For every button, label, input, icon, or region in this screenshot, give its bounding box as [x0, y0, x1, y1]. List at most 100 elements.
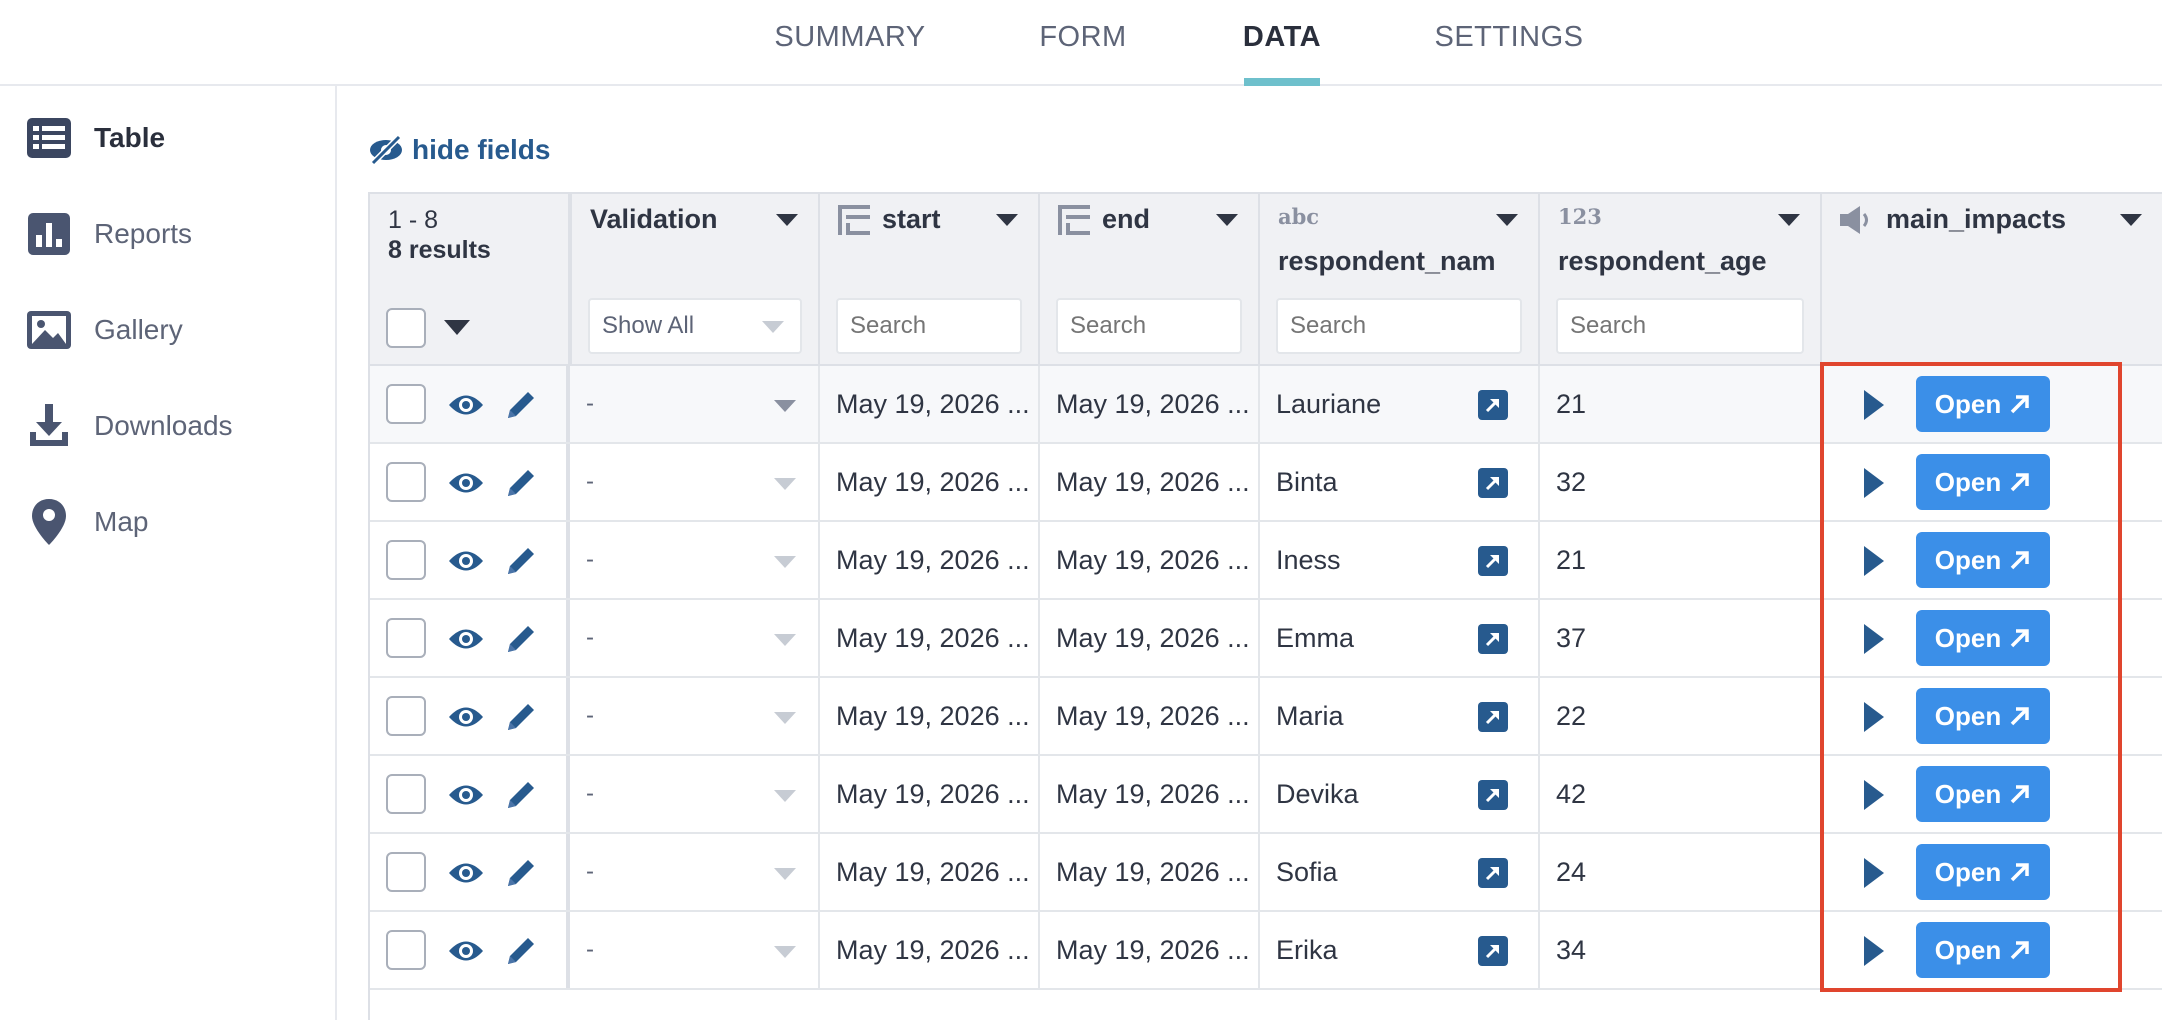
- open-button[interactable]: Open: [1916, 532, 2050, 588]
- sidebar-item-map[interactable]: Map: [26, 492, 316, 552]
- sort-dropdown-icon[interactable]: [776, 214, 798, 226]
- results-range: 1 - 8: [388, 206, 439, 234]
- hide-fields-button[interactable]: hide fields: [368, 128, 550, 172]
- select-all-checkbox[interactable]: [386, 308, 426, 348]
- chevron-down-icon: [774, 478, 796, 490]
- eye-icon[interactable]: [448, 466, 484, 500]
- respondent-name-search-input[interactable]: [1276, 298, 1522, 354]
- respondent-age-search-input[interactable]: [1556, 298, 1804, 354]
- play-icon[interactable]: [1864, 468, 1884, 498]
- open-button[interactable]: Open: [1916, 766, 2050, 822]
- eye-icon[interactable]: [448, 778, 484, 812]
- column-title: start: [838, 204, 988, 235]
- bulk-actions-dropdown[interactable]: [444, 320, 470, 335]
- play-icon[interactable]: [1864, 702, 1884, 732]
- sort-dropdown-icon[interactable]: [1216, 214, 1238, 226]
- sort-dropdown-icon[interactable]: [996, 214, 1018, 226]
- eye-icon[interactable]: [448, 622, 484, 656]
- sidebar-item-reports[interactable]: Reports: [26, 204, 316, 264]
- arrow-up-right-icon: [2010, 551, 2029, 570]
- start-cell: May 19, 2026 ...: [820, 366, 1040, 442]
- tab-form[interactable]: FORM: [1030, 0, 1136, 86]
- tab-settings[interactable]: SETTINGS: [1432, 0, 1586, 86]
- sidebar-item-gallery[interactable]: Gallery: [26, 300, 316, 360]
- pencil-icon[interactable]: [504, 934, 540, 968]
- respondent-name-cell: Emma: [1260, 600, 1540, 676]
- main-impacts-cell: Open: [1822, 366, 2162, 442]
- sidebar: Table Reports Gallery Downloads Map: [0, 86, 337, 1020]
- end-search-input[interactable]: [1056, 298, 1242, 354]
- external-link-icon[interactable]: [1478, 390, 1508, 420]
- row-checkbox[interactable]: [386, 852, 426, 892]
- open-button[interactable]: Open: [1916, 688, 2050, 744]
- table-row: - May 19, 2026 ... May 19, 2026 ... Mari…: [370, 678, 2162, 756]
- external-link-icon[interactable]: [1478, 936, 1508, 966]
- row-checkbox[interactable]: [386, 462, 426, 502]
- validation-cell[interactable]: -: [570, 366, 820, 442]
- start-search-input[interactable]: [836, 298, 1022, 354]
- open-button[interactable]: Open: [1916, 922, 2050, 978]
- external-link-icon[interactable]: [1478, 780, 1508, 810]
- pencil-icon[interactable]: [504, 778, 540, 812]
- respondent-age-cell: 37: [1540, 600, 1822, 676]
- validation-cell[interactable]: -: [570, 834, 820, 910]
- eye-icon[interactable]: [448, 856, 484, 890]
- pencil-icon[interactable]: [504, 466, 540, 500]
- eye-icon[interactable]: [448, 388, 484, 422]
- sort-dropdown-icon[interactable]: [2120, 214, 2142, 226]
- row-actions-cell: [370, 912, 570, 988]
- eye-icon[interactable]: [448, 544, 484, 578]
- table-row: - May 19, 2026 ... May 19, 2026 ... Erik…: [370, 912, 2162, 990]
- row-checkbox[interactable]: [386, 930, 426, 970]
- eye-icon[interactable]: [448, 700, 484, 734]
- external-link-icon[interactable]: [1478, 702, 1508, 732]
- pencil-icon[interactable]: [504, 700, 540, 734]
- tab-label: SUMMARY: [774, 20, 926, 53]
- row-checkbox[interactable]: [386, 384, 426, 424]
- pencil-icon[interactable]: [504, 622, 540, 656]
- table-row: - May 19, 2026 ... May 19, 2026 ... Bint…: [370, 444, 2162, 522]
- row-checkbox[interactable]: [386, 540, 426, 580]
- eye-icon[interactable]: [448, 934, 484, 968]
- open-button[interactable]: Open: [1916, 844, 2050, 900]
- validation-cell[interactable]: -: [570, 678, 820, 754]
- play-icon[interactable]: [1864, 858, 1884, 888]
- validation-cell[interactable]: -: [570, 912, 820, 988]
- tab-data[interactable]: DATA: [1243, 0, 1321, 86]
- play-icon[interactable]: [1864, 390, 1884, 420]
- validation-cell[interactable]: -: [570, 444, 820, 520]
- row-checkbox[interactable]: [386, 696, 426, 736]
- sidebar-item-downloads[interactable]: Downloads: [26, 396, 316, 456]
- play-icon[interactable]: [1864, 624, 1884, 654]
- external-link-icon[interactable]: [1478, 624, 1508, 654]
- play-icon[interactable]: [1864, 546, 1884, 576]
- validation-cell[interactable]: -: [570, 600, 820, 676]
- start-cell: May 19, 2026 ...: [820, 678, 1040, 754]
- row-checkbox[interactable]: [386, 774, 426, 814]
- sort-dropdown-icon[interactable]: [1496, 214, 1518, 226]
- validation-filter-select[interactable]: Show All: [588, 298, 802, 354]
- pencil-icon[interactable]: [504, 388, 540, 422]
- row-checkbox[interactable]: [386, 618, 426, 658]
- external-link-icon[interactable]: [1478, 858, 1508, 888]
- header-respondent-name: abc respondent_nam: [1260, 194, 1540, 366]
- validation-cell[interactable]: -: [570, 756, 820, 832]
- validation-cell[interactable]: -: [570, 522, 820, 598]
- external-link-icon[interactable]: [1478, 546, 1508, 576]
- open-button[interactable]: Open: [1916, 454, 2050, 510]
- play-icon[interactable]: [1864, 780, 1884, 810]
- play-icon[interactable]: [1864, 936, 1884, 966]
- end-cell: May 19, 2026 ...: [1040, 600, 1260, 676]
- table-icon: [26, 115, 72, 161]
- open-button[interactable]: Open: [1916, 610, 2050, 666]
- sidebar-item-label: Map: [94, 506, 149, 537]
- arrow-up-right-icon: [2010, 473, 2029, 492]
- tab-summary[interactable]: SUMMARY: [770, 0, 930, 86]
- sort-dropdown-icon[interactable]: [1778, 214, 1800, 226]
- sidebar-item-table[interactable]: Table: [26, 108, 316, 168]
- open-button[interactable]: Open: [1916, 376, 2050, 432]
- row-actions-cell: [370, 834, 570, 910]
- external-link-icon[interactable]: [1478, 468, 1508, 498]
- pencil-icon[interactable]: [504, 856, 540, 890]
- pencil-icon[interactable]: [504, 544, 540, 578]
